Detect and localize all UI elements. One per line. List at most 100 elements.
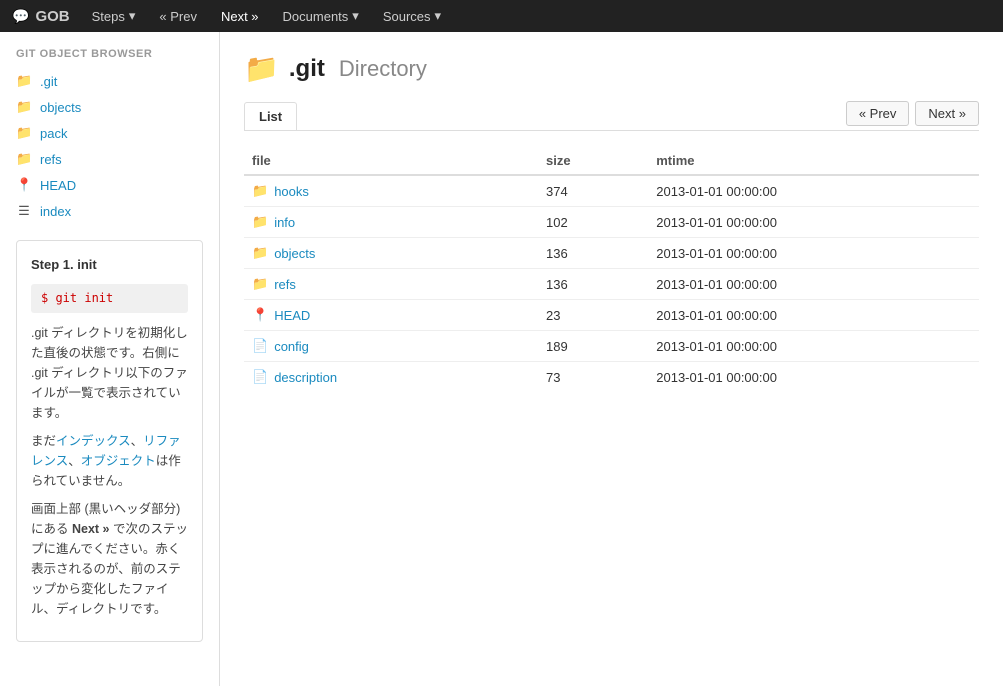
step-paragraph-1: .git ディレクトリを初期化した直後の状態です。右側に .git ディレクトリ… [31, 323, 188, 423]
table-row: 📄config1892013-01-01 00:00:00 [244, 331, 979, 362]
sidebar-item-dot-git[interactable]: 📁 .git [0, 68, 219, 94]
sidebar-label-head: HEAD [40, 178, 76, 193]
folder-icon: 📁 [16, 73, 32, 89]
sidebar-item-objects[interactable]: 📁 objects [0, 94, 219, 120]
file-cell: 📄 description [244, 362, 538, 393]
brand-label: GOB [35, 8, 69, 25]
size-cell: 73 [538, 362, 648, 393]
page-title: .git [289, 55, 325, 83]
page-subtitle: Directory [339, 56, 427, 82]
link-object[interactable]: オブジェクト [81, 454, 156, 468]
table-row: 📁 hooks 3742013-01-01 00:00:00 [244, 175, 979, 207]
nav-steps[interactable]: Steps ▾ [82, 0, 146, 32]
file-link-objects[interactable]: 📁 objects [252, 245, 530, 261]
sidebar-item-index[interactable]: ☰ index [0, 198, 219, 224]
folder-icon-objects: 📁 [252, 245, 268, 261]
prev-button[interactable]: « Prev [846, 101, 910, 126]
chevron-down-icon-docs: ▾ [352, 8, 359, 24]
sidebar-label-objects: objects [40, 100, 81, 115]
sidebar-label-pack: pack [40, 126, 67, 141]
nav-prev[interactable]: « Prev [149, 0, 207, 32]
sidebar-label-index: index [40, 204, 71, 219]
col-header-file: file [244, 147, 538, 175]
step-command: $ git init [31, 284, 188, 313]
doc-icon-description: 📄 [252, 369, 268, 385]
sidebar-label-refs: refs [40, 152, 62, 167]
file-cell: 📄 config [244, 331, 538, 362]
bubble-icon: 💬 [12, 8, 29, 25]
folder-icon-refs: 📁 [252, 276, 268, 292]
table-row: 📄 description 732013-01-01 00:00:00 [244, 362, 979, 393]
folder-icon-refs: 📁 [16, 151, 32, 167]
step-paragraph-2: まだインデックス、リファレンス、オブジェクトは作られていません。 [31, 431, 188, 491]
mtime-cell: 2013-01-01 00:00:00 [648, 175, 979, 207]
tab-list[interactable]: List [244, 102, 297, 130]
doc-icon-config: 📄 [252, 338, 268, 354]
mtime-cell: 2013-01-01 00:00:00 [648, 269, 979, 300]
file-table: file size mtime 📁hooks3742013-01-01 00:0… [244, 147, 979, 392]
sidebar-item-head[interactable]: 📍 HEAD [0, 172, 219, 198]
folder-icon-hooks: 📁 [252, 183, 268, 199]
next-button[interactable]: Next » [915, 101, 979, 126]
file-link-description[interactable]: 📄 description [252, 369, 530, 385]
file-name-objects: objects [274, 246, 315, 261]
file-name-HEAD: HEAD [274, 308, 310, 323]
file-link-info[interactable]: 📁 info [252, 214, 530, 230]
file-name-description: description [274, 370, 337, 385]
nav-documents[interactable]: Documents ▾ [273, 0, 369, 32]
file-name-hooks: hooks [274, 184, 309, 199]
main-content: 📁 .git Directory List « Prev Next » file… [220, 32, 1003, 686]
pin-icon: 📍 [16, 177, 32, 193]
size-cell: 23 [538, 300, 648, 331]
file-link-hooks[interactable]: 📁 hooks [252, 183, 530, 199]
sidebar-item-pack[interactable]: 📁 pack [0, 120, 219, 146]
nav-next[interactable]: Next » [211, 0, 269, 32]
mtime-cell: 2013-01-01 00:00:00 [648, 331, 979, 362]
table-row: 📁 refs 1362013-01-01 00:00:00 [244, 269, 979, 300]
file-cell: 📁 refs [244, 269, 538, 300]
step-box: Step 1. init $ git init .git ディレクトリを初期化し… [16, 240, 203, 642]
file-link-HEAD[interactable]: 📍 HEAD [252, 307, 530, 323]
sidebar: GIT OBJECT BROWSER 📁 .git 📁 objects 📁 pa… [0, 32, 220, 686]
file-link-config[interactable]: 📄 config [252, 338, 530, 354]
size-cell: 136 [538, 238, 648, 269]
navbar: 💬 GOB Steps ▾ « Prev Next » Documents ▾ … [0, 0, 1003, 32]
folder-icon-info: 📁 [252, 214, 268, 230]
mtime-cell: 2013-01-01 00:00:00 [648, 207, 979, 238]
file-name-refs: refs [274, 277, 296, 292]
mtime-cell: 2013-01-01 00:00:00 [648, 300, 979, 331]
tab-nav: List [244, 102, 297, 130]
table-row: 📁 info 1022013-01-01 00:00:00 [244, 207, 979, 238]
file-name-info: info [274, 215, 295, 230]
folder-big-icon: 📁 [244, 52, 279, 85]
chevron-down-icon: ▾ [129, 8, 136, 24]
tab-bar: List « Prev Next » [244, 101, 979, 131]
size-cell: 136 [538, 269, 648, 300]
nav-sources[interactable]: Sources ▾ [373, 0, 451, 32]
file-link-refs[interactable]: 📁 refs [252, 276, 530, 292]
pin-icon-HEAD: 📍 [252, 307, 268, 323]
step-title: Step 1. init [31, 255, 188, 276]
col-header-mtime: mtime [648, 147, 979, 175]
sidebar-item-refs[interactable]: 📁 refs [0, 146, 219, 172]
step-paragraph-3: 画面上部 (黒いヘッダ部分) にある Next » で次のステップに進んでくださ… [31, 499, 188, 619]
mtime-cell: 2013-01-01 00:00:00 [648, 362, 979, 393]
tab-nav-btns: « Prev Next » [846, 101, 979, 130]
size-cell: 374 [538, 175, 648, 207]
table-row: 📍 HEAD 232013-01-01 00:00:00 [244, 300, 979, 331]
folder-icon-objects: 📁 [16, 99, 32, 115]
file-cell: 📁 info [244, 207, 538, 238]
size-cell: 102 [538, 207, 648, 238]
folder-icon-pack: 📁 [16, 125, 32, 141]
sidebar-label-dot-git: .git [40, 74, 57, 89]
layout: GIT OBJECT BROWSER 📁 .git 📁 objects 📁 pa… [0, 32, 1003, 686]
page-header: 📁 .git Directory [244, 52, 979, 85]
col-header-size: size [538, 147, 648, 175]
link-index[interactable]: インデックス [56, 434, 131, 448]
brand: 💬 GOB [12, 8, 70, 25]
file-name-config: config [274, 339, 309, 354]
mtime-cell: 2013-01-01 00:00:00 [648, 238, 979, 269]
file-cell: 📁 hooks [244, 175, 538, 207]
table-row: 📁 objects 1362013-01-01 00:00:00 [244, 238, 979, 269]
file-cell: 📍 HEAD [244, 300, 538, 331]
